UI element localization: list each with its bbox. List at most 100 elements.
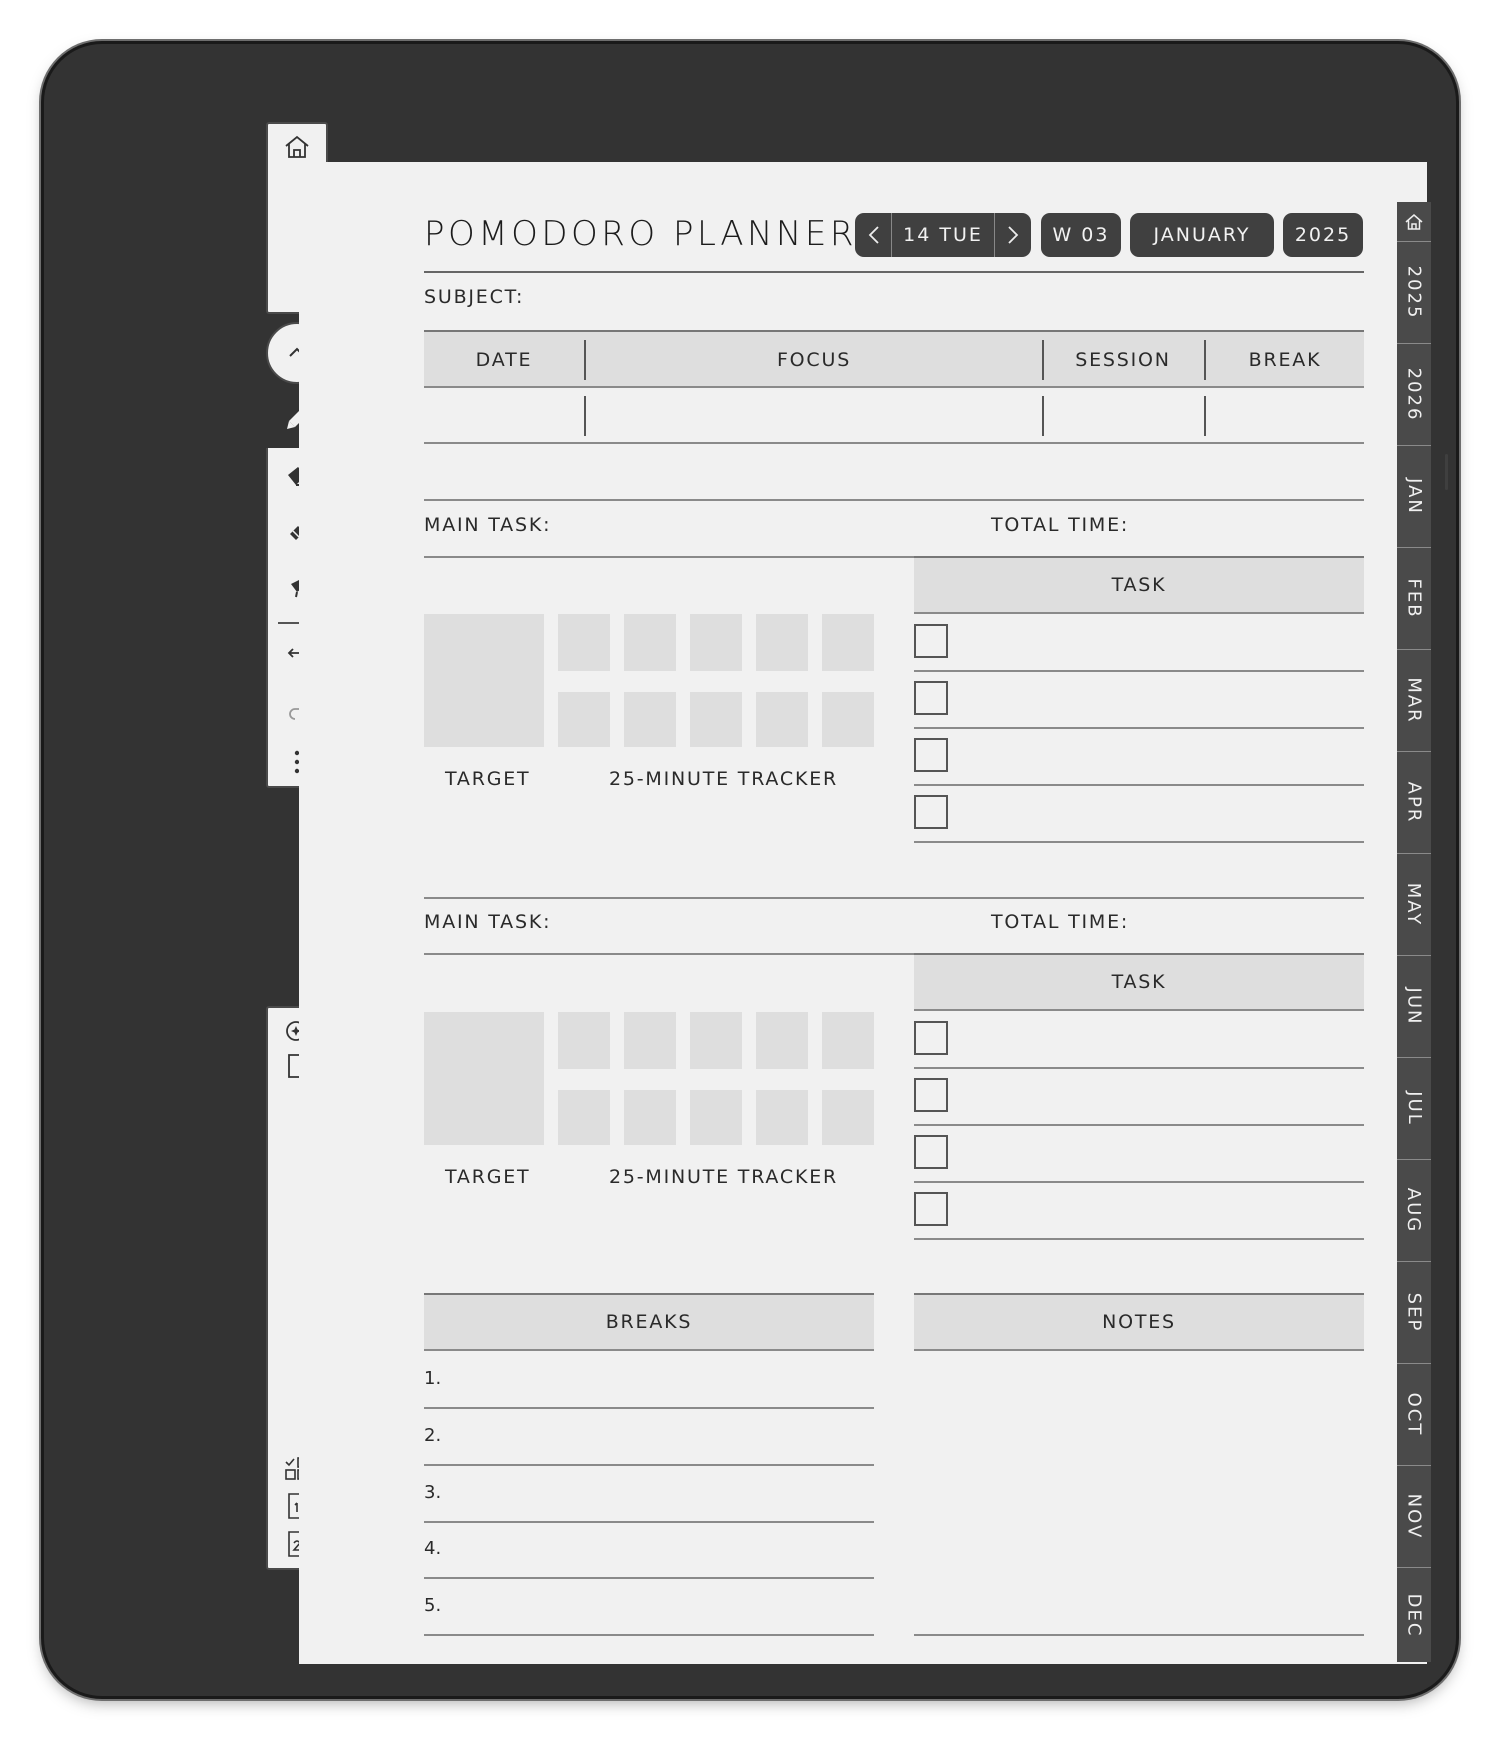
break-line[interactable]	[424, 1634, 874, 1636]
tab-jan[interactable]: JAN	[1397, 446, 1431, 548]
tab-nov[interactable]: NOV	[1397, 1466, 1431, 1568]
tab-dec[interactable]: DEC	[1397, 1568, 1431, 1662]
task-row-line	[914, 841, 1364, 843]
section-divider	[424, 897, 1364, 899]
task-row-line	[914, 1181, 1364, 1183]
break-line[interactable]	[424, 1577, 874, 1579]
e-reader-device: POMODORO PLANNER 14 TUE W 03 JANUARY 202…	[44, 44, 1456, 1696]
tab-sep[interactable]: SEP	[1397, 1262, 1431, 1364]
tracker-cell[interactable]	[624, 1090, 676, 1145]
tab-2026[interactable]: 2026	[1397, 344, 1431, 446]
task-row-line	[914, 670, 1364, 672]
week-button[interactable]: W 03	[1041, 213, 1121, 257]
tab-may[interactable]: MAY	[1397, 854, 1431, 956]
tab-apr[interactable]: APR	[1397, 752, 1431, 854]
tracker-cell[interactable]	[756, 692, 808, 747]
tab-home[interactable]	[1397, 202, 1431, 242]
task-row-line	[914, 1124, 1364, 1126]
task-header: TASK	[1111, 574, 1167, 596]
total-time-label: TOTAL TIME:	[991, 911, 1130, 933]
tracker-cell[interactable]	[624, 1012, 676, 1069]
breaks-header: BREAKS	[605, 1311, 693, 1333]
tracker-label: 25-MINUTE TRACKER	[609, 1166, 839, 1188]
tracker-cell[interactable]	[756, 1090, 808, 1145]
home-icon[interactable]	[282, 132, 312, 162]
tracker-cell[interactable]	[558, 1012, 610, 1069]
column-divider	[584, 340, 586, 380]
target-label: TARGET	[445, 1166, 531, 1188]
tracker-cell[interactable]	[756, 1012, 808, 1069]
row-divider	[1042, 396, 1044, 436]
date-navigator: 14 TUE	[855, 213, 1031, 257]
task-header: TASK	[1111, 971, 1167, 993]
home-icon	[1405, 213, 1423, 230]
task-checkbox[interactable]	[914, 1021, 948, 1055]
total-time-label: TOTAL TIME:	[991, 514, 1130, 536]
tracker-cell[interactable]	[690, 614, 742, 671]
task-checkbox[interactable]	[914, 624, 948, 658]
target-box[interactable]	[424, 614, 544, 747]
tracker-cell[interactable]	[558, 614, 610, 671]
month-button[interactable]: JANUARY	[1130, 213, 1274, 257]
break-item-number: 2.	[424, 1425, 442, 1446]
tab-oct[interactable]: OCT	[1397, 1364, 1431, 1466]
previous-day-button[interactable]	[856, 213, 892, 257]
tracker-cell[interactable]	[558, 1090, 610, 1145]
tracker-cell[interactable]	[822, 1090, 874, 1145]
tracker-cell[interactable]	[558, 692, 610, 747]
target-label: TARGET	[445, 768, 531, 790]
task-checkbox[interactable]	[914, 681, 948, 715]
tracker-cell[interactable]	[624, 692, 676, 747]
tracker-cell[interactable]	[822, 614, 874, 671]
chevron-right-icon	[1007, 226, 1018, 244]
main-task-label: MAIN TASK:	[424, 514, 552, 536]
tracker-cell[interactable]	[690, 1012, 742, 1069]
task-checkbox[interactable]	[914, 1078, 948, 1112]
tracker-cell[interactable]	[822, 692, 874, 747]
notes-area[interactable]	[914, 1353, 1364, 1634]
task-checkbox[interactable]	[914, 795, 948, 829]
next-day-button[interactable]	[994, 213, 1030, 257]
break-line[interactable]	[424, 1407, 874, 1409]
task-checkbox[interactable]	[914, 1192, 948, 1226]
tracker-cell[interactable]	[756, 614, 808, 671]
tracker-cell[interactable]	[822, 1012, 874, 1069]
tracker-cell[interactable]	[690, 1090, 742, 1145]
notes-header-band: NOTES	[914, 1293, 1364, 1351]
tab-jul[interactable]: JUL	[1397, 1058, 1431, 1160]
task-checkbox[interactable]	[914, 738, 948, 772]
page-title: POMODORO PLANNER	[424, 214, 857, 254]
tab-2025[interactable]: 2025	[1397, 242, 1431, 344]
tracker-cell[interactable]	[624, 614, 676, 671]
column-divider	[1204, 340, 1206, 380]
break-item-number: 5.	[424, 1595, 442, 1616]
break-item-number: 3.	[424, 1482, 442, 1503]
breaks-header-band: BREAKS	[424, 1293, 874, 1351]
tab-mar[interactable]: MAR	[1397, 650, 1431, 752]
date-label[interactable]: 14 TUE	[892, 213, 994, 257]
tab-jun[interactable]: JUN	[1397, 956, 1431, 1058]
row-divider	[1204, 396, 1206, 436]
tab-feb[interactable]: FEB	[1397, 548, 1431, 650]
break-line[interactable]	[424, 1464, 874, 1466]
planner-page: POMODORO PLANNER 14 TUE W 03 JANUARY 202…	[299, 162, 1431, 1664]
task-row-line	[914, 1067, 1364, 1069]
task-row-line	[914, 784, 1364, 786]
column-header-focus: FOCUS	[776, 349, 852, 371]
month-tabs: 2025 2026 JAN FEB MAR APR MAY JUN JUL AU…	[1397, 202, 1431, 1662]
subject-label: SUBJECT:	[424, 286, 525, 308]
tracker-cell[interactable]	[690, 692, 742, 747]
tracker-label: 25-MINUTE TRACKER	[609, 768, 839, 790]
task-checkbox[interactable]	[914, 1135, 948, 1169]
year-button[interactable]: 2025	[1283, 213, 1363, 257]
target-box[interactable]	[424, 1012, 544, 1145]
column-header-session: SESSION	[1075, 349, 1171, 371]
subject-row-line[interactable]	[424, 499, 1364, 501]
task-header-band: TASK	[914, 556, 1364, 614]
task-row-line	[914, 727, 1364, 729]
main-task-underline	[424, 556, 914, 558]
break-line[interactable]	[424, 1521, 874, 1523]
tab-aug[interactable]: AUG	[1397, 1160, 1431, 1262]
chevron-left-icon	[868, 226, 879, 244]
subject-row-line[interactable]	[424, 442, 1364, 444]
